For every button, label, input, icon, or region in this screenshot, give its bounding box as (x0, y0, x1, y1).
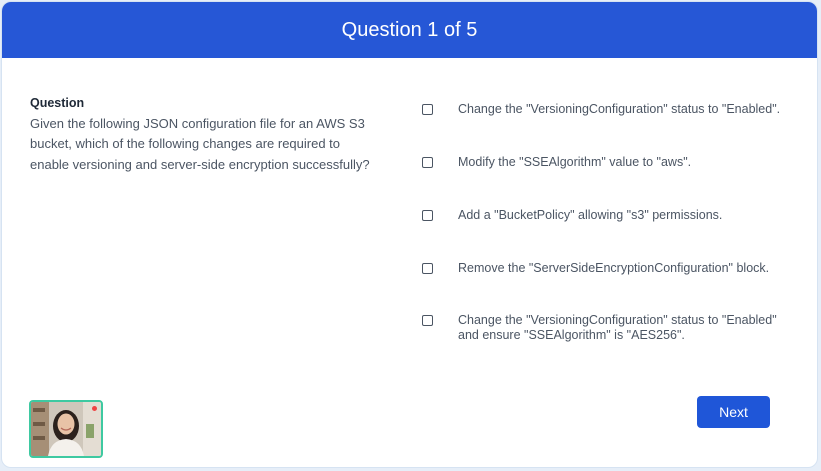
option-3-checkbox[interactable] (422, 210, 433, 221)
option-4[interactable]: Remove the "ServerSideEncryptionConfigur… (422, 261, 798, 276)
question-header: Question 1 of 5 (2, 2, 817, 58)
option-5[interactable]: Change the "VersioningConfiguration" sta… (422, 313, 798, 343)
next-button[interactable]: Next (697, 396, 770, 428)
option-5-checkbox[interactable] (422, 315, 433, 326)
option-2-label: Modify the "SSEAlgorithm" value to "aws"… (458, 155, 692, 169)
quiz-card: Question 1 of 5 Question Given the follo… (1, 1, 818, 468)
question-block: Question Given the following JSON config… (30, 93, 370, 175)
option-1[interactable]: Change the "VersioningConfiguration" sta… (422, 102, 798, 117)
option-1-checkbox[interactable] (422, 104, 433, 115)
option-4-checkbox[interactable] (422, 263, 433, 274)
option-1-label: Change the "VersioningConfiguration" sta… (458, 102, 781, 116)
question-heading: Question (30, 96, 85, 110)
option-3-label: Add a "BucketPolicy" allowing "s3" permi… (458, 208, 723, 222)
webcam-person-image (31, 402, 101, 456)
option-3[interactable]: Add a "BucketPolicy" allowing "s3" permi… (422, 208, 798, 223)
option-2-checkbox[interactable] (422, 157, 433, 168)
option-4-label: Remove the "ServerSideEncryptionConfigur… (458, 261, 770, 275)
webcam-preview (29, 400, 103, 458)
recording-indicator-icon (92, 406, 97, 411)
option-5-label: Change the "VersioningConfiguration" sta… (458, 313, 777, 342)
question-text: Given the following JSON configuration f… (30, 115, 370, 172)
question-counter: Question 1 of 5 (341, 18, 478, 41)
option-2[interactable]: Modify the "SSEAlgorithm" value to "aws"… (422, 155, 798, 170)
